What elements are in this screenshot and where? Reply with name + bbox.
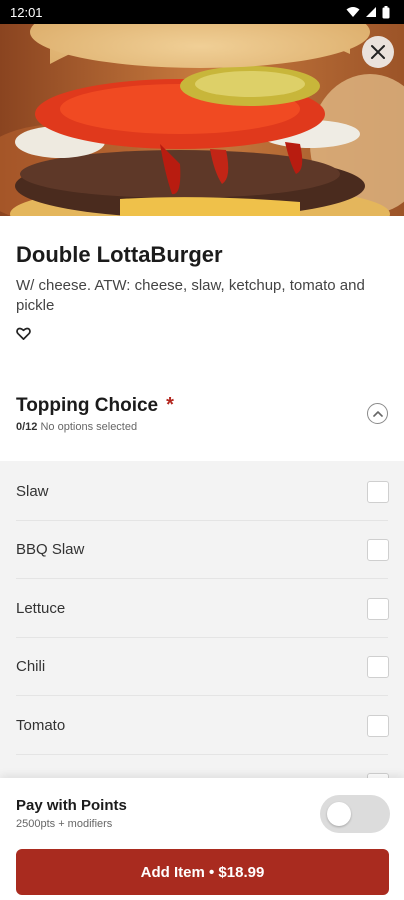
signal-icon — [366, 7, 376, 17]
option-checkbox[interactable] — [367, 481, 389, 503]
option-row-bbq-slaw[interactable]: BBQ Slaw — [0, 521, 404, 579]
pay-with-points-subtitle: 2500pts + modifiers — [16, 818, 113, 830]
option-row-slaw[interactable]: Slaw — [0, 463, 404, 521]
pay-with-points-toggle[interactable] — [320, 795, 390, 833]
wifi-icon — [346, 7, 360, 17]
option-checkbox[interactable] — [367, 656, 389, 678]
item-title: Double LottaBurger — [16, 242, 223, 267]
status-icons — [346, 5, 390, 19]
divider — [16, 695, 388, 696]
option-checkbox[interactable] — [367, 539, 389, 561]
topping-choice-header[interactable]: Topping Choice * 0/12 No options selected — [0, 380, 404, 460]
topping-options-list: Slaw BBQ Slaw Lettuce Chili Tomato — [0, 461, 404, 781]
item-description: W/ cheese. ATW: cheese, slaw, ketchup, t… — [16, 277, 365, 314]
option-label: Slaw — [16, 483, 49, 500]
status-bar: 12:01 — [0, 0, 404, 24]
option-row-tomato[interactable]: Tomato — [0, 697, 404, 755]
option-label: Tomato — [16, 717, 66, 734]
collapse-button[interactable] — [367, 403, 388, 424]
section-title: Topping Choice * — [16, 394, 174, 417]
pay-with-points-title: Pay with Points — [16, 797, 127, 814]
status-time: 12:01 — [10, 4, 43, 20]
checkout-bar: Pay with Points 2500pts + modifiers Add … — [0, 778, 404, 900]
close-button[interactable] — [362, 36, 394, 68]
chevron-up-icon — [372, 411, 383, 417]
selection-status: 0/12 No options selected — [16, 421, 137, 433]
option-row-chili[interactable]: Chili — [0, 638, 404, 696]
toggle-knob — [327, 802, 351, 826]
divider — [16, 578, 388, 579]
required-indicator: * — [166, 394, 174, 416]
option-checkbox[interactable] — [367, 598, 389, 620]
burger-hero-image — [0, 24, 404, 216]
battery-icon — [382, 5, 390, 18]
option-checkbox[interactable] — [367, 715, 389, 737]
selection-count: 0/12 — [16, 421, 38, 433]
section-title-text: Topping Choice — [16, 395, 159, 416]
selection-status-text: No options selected — [40, 421, 138, 433]
close-icon — [371, 45, 385, 59]
add-item-button[interactable]: Add Item • $18.99 — [16, 849, 389, 895]
option-label: Lettuce — [16, 600, 66, 617]
option-row-lettuce[interactable]: Lettuce — [0, 580, 404, 638]
option-label: BBQ Slaw — [16, 541, 85, 558]
option-label: Chili — [16, 658, 46, 675]
heart-outline-icon[interactable] — [16, 326, 31, 341]
